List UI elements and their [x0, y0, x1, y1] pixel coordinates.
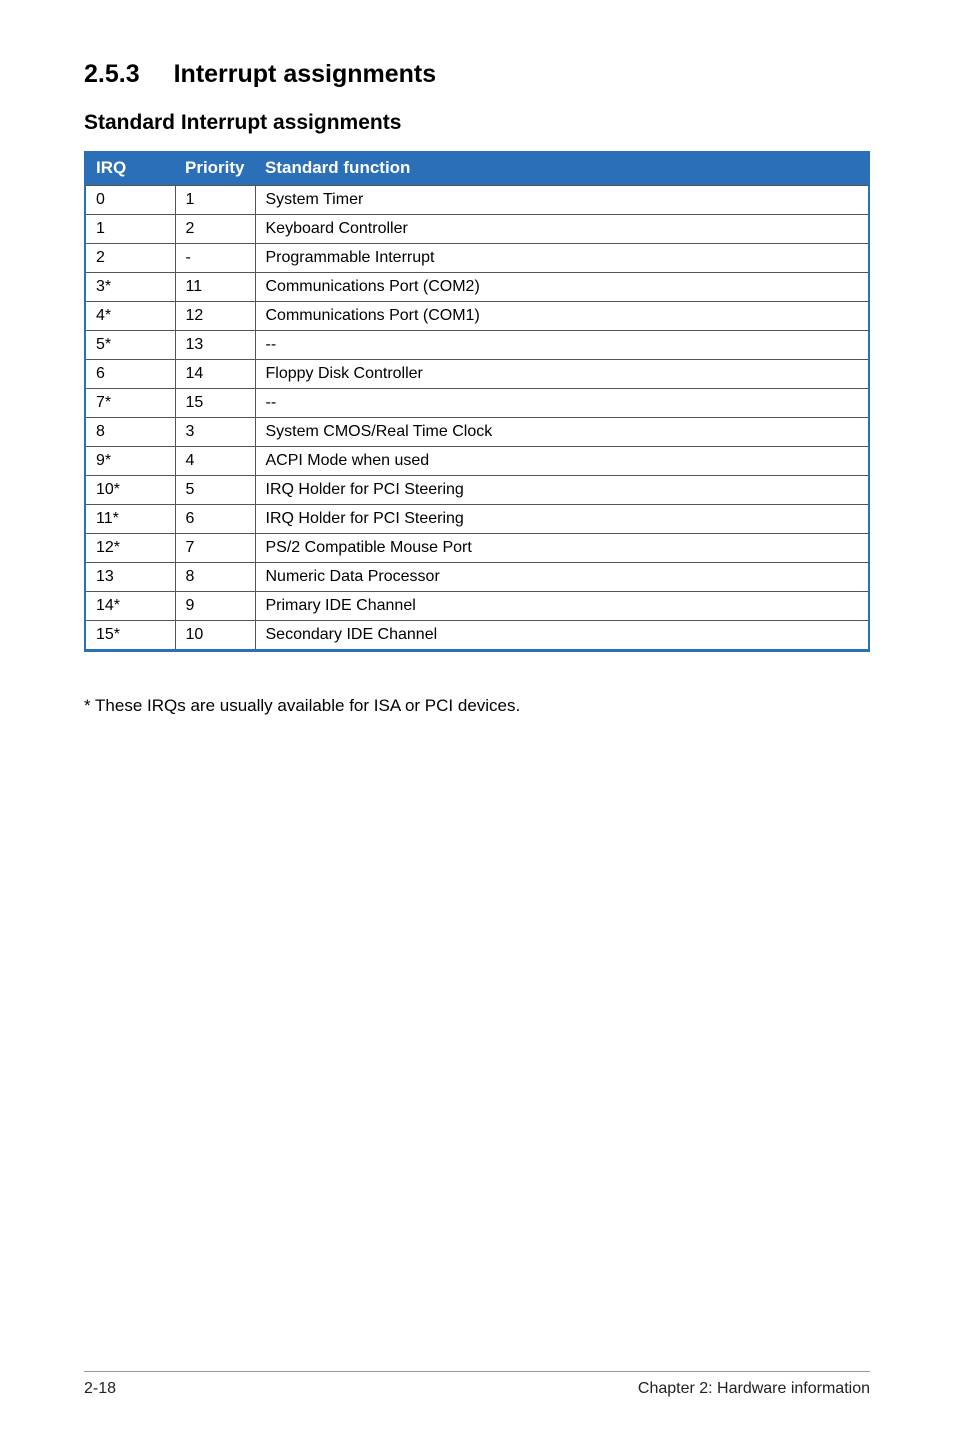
cell-priority: 12 — [175, 302, 255, 331]
table-row: 2-Programmable Interrupt — [85, 244, 869, 273]
cell-function: ACPI Mode when used — [255, 447, 869, 476]
cell-function: Programmable Interrupt — [255, 244, 869, 273]
table-row: 138Numeric Data Processor — [85, 563, 869, 592]
cell-function: IRQ Holder for PCI Steering — [255, 505, 869, 534]
header-irq: IRQ — [85, 151, 175, 186]
table-row: 7*15-- — [85, 389, 869, 418]
section-title: Interrupt assignments — [174, 60, 437, 88]
cell-irq: 5* — [85, 331, 175, 360]
cell-function: Numeric Data Processor — [255, 563, 869, 592]
header-function: Standard function — [255, 151, 869, 186]
cell-priority: 9 — [175, 592, 255, 621]
cell-function: Communications Port (COM1) — [255, 302, 869, 331]
table-row: 12Keyboard Controller — [85, 215, 869, 244]
table-row: 3*11Communications Port (COM2) — [85, 273, 869, 302]
section-heading: 2.5.3 Interrupt assignments — [84, 60, 870, 89]
table-row: 11*6IRQ Holder for PCI Steering — [85, 505, 869, 534]
cell-function: -- — [255, 331, 869, 360]
cell-function: Communications Port (COM2) — [255, 273, 869, 302]
table-row: 10*5IRQ Holder for PCI Steering — [85, 476, 869, 505]
table-row: 83System CMOS/Real Time Clock — [85, 418, 869, 447]
cell-irq: 0 — [85, 186, 175, 215]
cell-priority: 3 — [175, 418, 255, 447]
cell-priority: - — [175, 244, 255, 273]
cell-function: Secondary IDE Channel — [255, 621, 869, 651]
table-row: 01System Timer — [85, 186, 869, 215]
table-row: 614Floppy Disk Controller — [85, 360, 869, 389]
table-row: 9*4ACPI Mode when used — [85, 447, 869, 476]
cell-function: Keyboard Controller — [255, 215, 869, 244]
cell-irq: 11* — [85, 505, 175, 534]
cell-priority: 5 — [175, 476, 255, 505]
cell-irq: 12* — [85, 534, 175, 563]
cell-function: System Timer — [255, 186, 869, 215]
section-number: 2.5.3 — [84, 60, 140, 88]
cell-priority: 1 — [175, 186, 255, 215]
cell-priority: 6 — [175, 505, 255, 534]
cell-irq: 8 — [85, 418, 175, 447]
cell-irq: 15* — [85, 621, 175, 651]
footer-chapter: Chapter 2: Hardware information — [638, 1380, 870, 1398]
table-row: 5*13-- — [85, 331, 869, 360]
cell-priority: 15 — [175, 389, 255, 418]
header-priority: Priority — [175, 151, 255, 186]
table-row: 14*9Primary IDE Channel — [85, 592, 869, 621]
cell-function: Floppy Disk Controller — [255, 360, 869, 389]
cell-function: Primary IDE Channel — [255, 592, 869, 621]
table-header-row: IRQ Priority Standard function — [85, 151, 869, 186]
cell-irq: 14* — [85, 592, 175, 621]
cell-priority: 2 — [175, 215, 255, 244]
cell-irq: 2 — [85, 244, 175, 273]
table-row: 4*12Communications Port (COM1) — [85, 302, 869, 331]
cell-priority: 13 — [175, 331, 255, 360]
page-footer: 2-18 Chapter 2: Hardware information — [84, 1371, 870, 1398]
cell-irq: 13 — [85, 563, 175, 592]
cell-irq: 4* — [85, 302, 175, 331]
cell-irq: 3* — [85, 273, 175, 302]
cell-priority: 14 — [175, 360, 255, 389]
cell-priority: 8 — [175, 563, 255, 592]
cell-function: IRQ Holder for PCI Steering — [255, 476, 869, 505]
cell-priority: 10 — [175, 621, 255, 651]
cell-function: System CMOS/Real Time Clock — [255, 418, 869, 447]
cell-priority: 11 — [175, 273, 255, 302]
table-row: 12*7PS/2 Compatible Mouse Port — [85, 534, 869, 563]
cell-priority: 7 — [175, 534, 255, 563]
table-row: 15*10Secondary IDE Channel — [85, 621, 869, 651]
sub-heading: Standard Interrupt assignments — [84, 111, 870, 135]
footnote: * These IRQs are usually available for I… — [84, 696, 870, 716]
cell-irq: 1 — [85, 215, 175, 244]
irq-table: IRQ Priority Standard function 01System … — [84, 151, 870, 652]
cell-irq: 9* — [85, 447, 175, 476]
cell-priority: 4 — [175, 447, 255, 476]
footer-page-number: 2-18 — [84, 1380, 116, 1398]
cell-irq: 6 — [85, 360, 175, 389]
cell-irq: 10* — [85, 476, 175, 505]
cell-function: PS/2 Compatible Mouse Port — [255, 534, 869, 563]
cell-irq: 7* — [85, 389, 175, 418]
cell-function: -- — [255, 389, 869, 418]
